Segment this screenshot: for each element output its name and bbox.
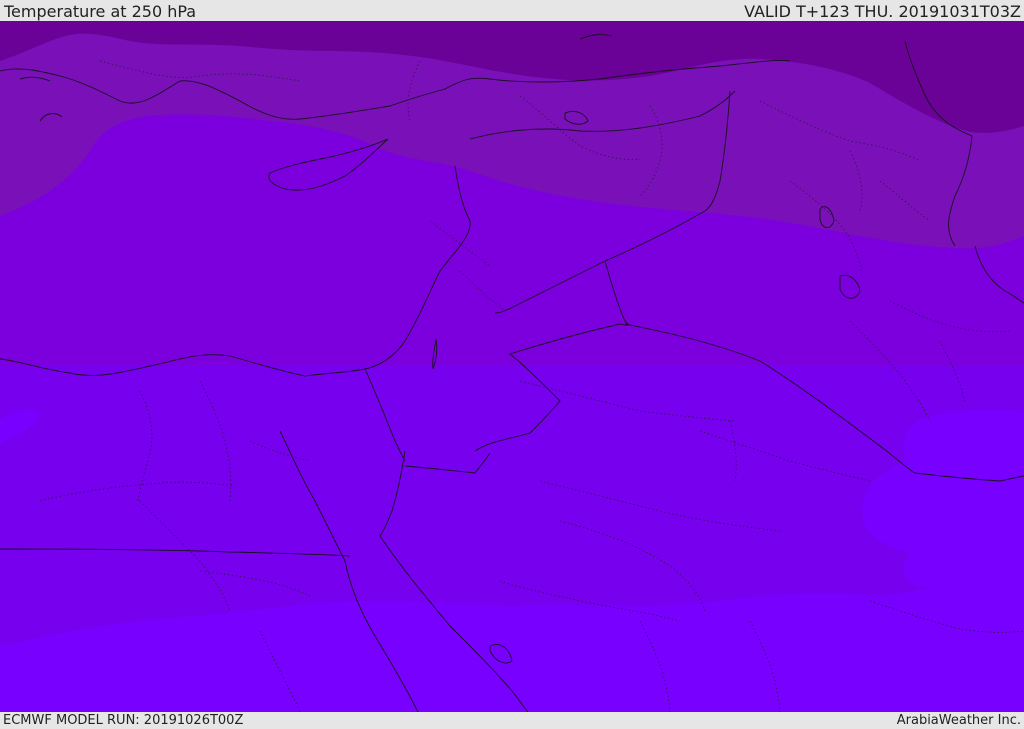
map-svg: [0, 21, 1024, 712]
footer-bar: ECMWF MODEL RUN: 20191026T00Z ArabiaWeat…: [0, 712, 1024, 729]
weather-map-frame: Temperature at 250 hPa VALID T+123 THU. …: [0, 0, 1024, 729]
valid-time-label: VALID T+123 THU. 20191031T03Z: [744, 2, 1021, 21]
header-bar: Temperature at 250 hPa VALID T+123 THU. …: [0, 0, 1024, 21]
credit-label: ArabiaWeather Inc.: [896, 713, 1021, 728]
model-run-label: ECMWF MODEL RUN: 20191026T00Z: [3, 713, 244, 728]
map-title: Temperature at 250 hPa: [4, 2, 197, 21]
map-canvas[interactable]: [0, 21, 1024, 712]
